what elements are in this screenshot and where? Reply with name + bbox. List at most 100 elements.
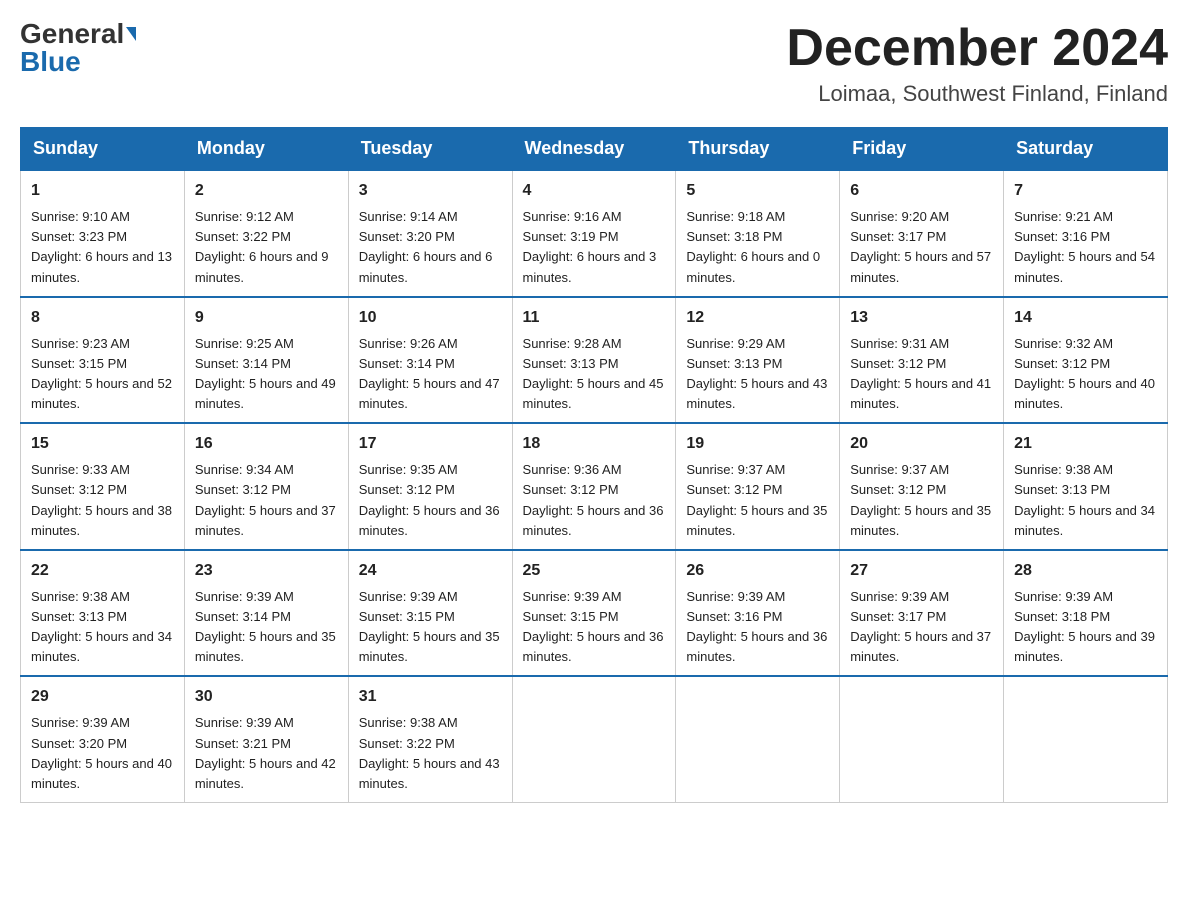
calendar-cell: 11 Sunrise: 9:28 AMSunset: 3:13 PMDaylig…	[512, 297, 676, 424]
logo: General Blue	[20, 20, 136, 76]
calendar-cell: 8 Sunrise: 9:23 AMSunset: 3:15 PMDayligh…	[21, 297, 185, 424]
day-number: 29	[31, 685, 174, 709]
calendar-cell	[840, 676, 1004, 802]
day-number: 15	[31, 432, 174, 456]
calendar-cell: 6 Sunrise: 9:20 AMSunset: 3:17 PMDayligh…	[840, 170, 1004, 297]
day-number: 21	[1014, 432, 1157, 456]
day-number: 18	[523, 432, 666, 456]
day-info: Sunrise: 9:25 AMSunset: 3:14 PMDaylight:…	[195, 336, 336, 411]
day-info: Sunrise: 9:39 AMSunset: 3:17 PMDaylight:…	[850, 589, 991, 664]
day-number: 20	[850, 432, 993, 456]
day-number: 7	[1014, 179, 1157, 203]
page-header: General Blue December 2024 Loimaa, South…	[20, 20, 1168, 107]
calendar-cell: 30 Sunrise: 9:39 AMSunset: 3:21 PMDaylig…	[184, 676, 348, 802]
calendar-cell	[1004, 676, 1168, 802]
calendar-cell: 15 Sunrise: 9:33 AMSunset: 3:12 PMDaylig…	[21, 423, 185, 550]
day-number: 14	[1014, 306, 1157, 330]
day-number: 8	[31, 306, 174, 330]
day-number: 22	[31, 559, 174, 583]
logo-blue-text: Blue	[20, 48, 81, 76]
week-row-4: 22 Sunrise: 9:38 AMSunset: 3:13 PMDaylig…	[21, 550, 1168, 677]
weekday-header-thursday: Thursday	[676, 128, 840, 171]
day-number: 28	[1014, 559, 1157, 583]
day-info: Sunrise: 9:23 AMSunset: 3:15 PMDaylight:…	[31, 336, 172, 411]
calendar-cell	[676, 676, 840, 802]
day-info: Sunrise: 9:20 AMSunset: 3:17 PMDaylight:…	[850, 209, 991, 284]
day-info: Sunrise: 9:39 AMSunset: 3:15 PMDaylight:…	[523, 589, 664, 664]
weekday-header-wednesday: Wednesday	[512, 128, 676, 171]
calendar-cell: 29 Sunrise: 9:39 AMSunset: 3:20 PMDaylig…	[21, 676, 185, 802]
day-number: 3	[359, 179, 502, 203]
day-info: Sunrise: 9:39 AMSunset: 3:14 PMDaylight:…	[195, 589, 336, 664]
day-number: 23	[195, 559, 338, 583]
day-info: Sunrise: 9:12 AMSunset: 3:22 PMDaylight:…	[195, 209, 329, 284]
calendar-cell: 18 Sunrise: 9:36 AMSunset: 3:12 PMDaylig…	[512, 423, 676, 550]
calendar-cell: 10 Sunrise: 9:26 AMSunset: 3:14 PMDaylig…	[348, 297, 512, 424]
day-info: Sunrise: 9:37 AMSunset: 3:12 PMDaylight:…	[686, 462, 827, 537]
weekday-header-sunday: Sunday	[21, 128, 185, 171]
day-number: 9	[195, 306, 338, 330]
day-number: 27	[850, 559, 993, 583]
calendar-cell: 27 Sunrise: 9:39 AMSunset: 3:17 PMDaylig…	[840, 550, 1004, 677]
day-info: Sunrise: 9:18 AMSunset: 3:18 PMDaylight:…	[686, 209, 820, 284]
day-number: 24	[359, 559, 502, 583]
day-number: 13	[850, 306, 993, 330]
calendar-cell: 14 Sunrise: 9:32 AMSunset: 3:12 PMDaylig…	[1004, 297, 1168, 424]
day-info: Sunrise: 9:37 AMSunset: 3:12 PMDaylight:…	[850, 462, 991, 537]
weekday-header-row: SundayMondayTuesdayWednesdayThursdayFrid…	[21, 128, 1168, 171]
day-info: Sunrise: 9:16 AMSunset: 3:19 PMDaylight:…	[523, 209, 657, 284]
weekday-header-monday: Monday	[184, 128, 348, 171]
day-info: Sunrise: 9:39 AMSunset: 3:15 PMDaylight:…	[359, 589, 500, 664]
day-number: 4	[523, 179, 666, 203]
day-info: Sunrise: 9:39 AMSunset: 3:18 PMDaylight:…	[1014, 589, 1155, 664]
day-number: 26	[686, 559, 829, 583]
logo-triangle-icon	[126, 27, 136, 41]
day-info: Sunrise: 9:14 AMSunset: 3:20 PMDaylight:…	[359, 209, 493, 284]
week-row-3: 15 Sunrise: 9:33 AMSunset: 3:12 PMDaylig…	[21, 423, 1168, 550]
calendar-cell: 2 Sunrise: 9:12 AMSunset: 3:22 PMDayligh…	[184, 170, 348, 297]
day-number: 1	[31, 179, 174, 203]
day-info: Sunrise: 9:31 AMSunset: 3:12 PMDaylight:…	[850, 336, 991, 411]
day-info: Sunrise: 9:36 AMSunset: 3:12 PMDaylight:…	[523, 462, 664, 537]
day-number: 16	[195, 432, 338, 456]
calendar-cell: 1 Sunrise: 9:10 AMSunset: 3:23 PMDayligh…	[21, 170, 185, 297]
day-info: Sunrise: 9:39 AMSunset: 3:16 PMDaylight:…	[686, 589, 827, 664]
day-number: 19	[686, 432, 829, 456]
day-info: Sunrise: 9:28 AMSunset: 3:13 PMDaylight:…	[523, 336, 664, 411]
day-number: 11	[523, 306, 666, 330]
week-row-5: 29 Sunrise: 9:39 AMSunset: 3:20 PMDaylig…	[21, 676, 1168, 802]
calendar-cell	[512, 676, 676, 802]
calendar-cell: 21 Sunrise: 9:38 AMSunset: 3:13 PMDaylig…	[1004, 423, 1168, 550]
day-number: 31	[359, 685, 502, 709]
day-info: Sunrise: 9:34 AMSunset: 3:12 PMDaylight:…	[195, 462, 336, 537]
calendar-cell: 19 Sunrise: 9:37 AMSunset: 3:12 PMDaylig…	[676, 423, 840, 550]
calendar-cell: 20 Sunrise: 9:37 AMSunset: 3:12 PMDaylig…	[840, 423, 1004, 550]
day-info: Sunrise: 9:32 AMSunset: 3:12 PMDaylight:…	[1014, 336, 1155, 411]
day-number: 10	[359, 306, 502, 330]
day-info: Sunrise: 9:35 AMSunset: 3:12 PMDaylight:…	[359, 462, 500, 537]
calendar-cell: 16 Sunrise: 9:34 AMSunset: 3:12 PMDaylig…	[184, 423, 348, 550]
day-info: Sunrise: 9:10 AMSunset: 3:23 PMDaylight:…	[31, 209, 172, 284]
day-info: Sunrise: 9:38 AMSunset: 3:13 PMDaylight:…	[1014, 462, 1155, 537]
day-number: 12	[686, 306, 829, 330]
day-info: Sunrise: 9:26 AMSunset: 3:14 PMDaylight:…	[359, 336, 500, 411]
calendar-cell: 9 Sunrise: 9:25 AMSunset: 3:14 PMDayligh…	[184, 297, 348, 424]
day-number: 25	[523, 559, 666, 583]
day-info: Sunrise: 9:38 AMSunset: 3:13 PMDaylight:…	[31, 589, 172, 664]
calendar-cell: 5 Sunrise: 9:18 AMSunset: 3:18 PMDayligh…	[676, 170, 840, 297]
day-info: Sunrise: 9:33 AMSunset: 3:12 PMDaylight:…	[31, 462, 172, 537]
weekday-header-tuesday: Tuesday	[348, 128, 512, 171]
calendar-cell: 13 Sunrise: 9:31 AMSunset: 3:12 PMDaylig…	[840, 297, 1004, 424]
weekday-header-friday: Friday	[840, 128, 1004, 171]
calendar-cell: 24 Sunrise: 9:39 AMSunset: 3:15 PMDaylig…	[348, 550, 512, 677]
month-title: December 2024	[786, 20, 1168, 77]
day-number: 6	[850, 179, 993, 203]
day-number: 17	[359, 432, 502, 456]
calendar-cell: 7 Sunrise: 9:21 AMSunset: 3:16 PMDayligh…	[1004, 170, 1168, 297]
week-row-1: 1 Sunrise: 9:10 AMSunset: 3:23 PMDayligh…	[21, 170, 1168, 297]
weekday-header-saturday: Saturday	[1004, 128, 1168, 171]
day-info: Sunrise: 9:29 AMSunset: 3:13 PMDaylight:…	[686, 336, 827, 411]
location-title: Loimaa, Southwest Finland, Finland	[786, 81, 1168, 107]
calendar-cell: 3 Sunrise: 9:14 AMSunset: 3:20 PMDayligh…	[348, 170, 512, 297]
day-info: Sunrise: 9:21 AMSunset: 3:16 PMDaylight:…	[1014, 209, 1155, 284]
